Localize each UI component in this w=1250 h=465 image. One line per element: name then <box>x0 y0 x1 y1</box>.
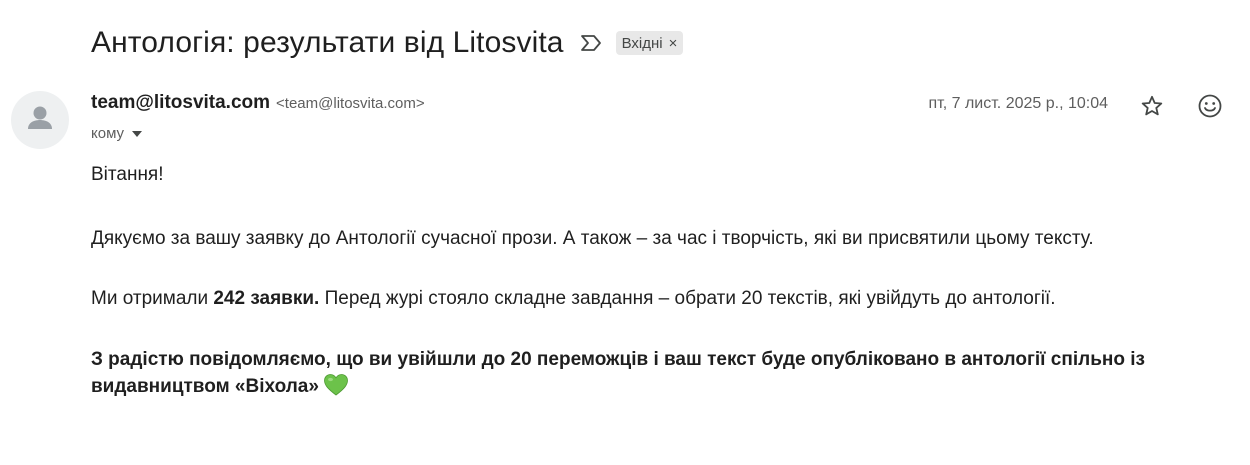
email-date: пт, 7 лист. 2025 р., 10:04 <box>928 95 1108 112</box>
chevron-down-icon[interactable] <box>132 131 143 137</box>
received-prefix: Ми отримали <box>91 288 214 309</box>
result-paragraph: З радістю повідомляємо, що ви увійшли до… <box>91 346 1221 405</box>
to-label: кому <box>91 125 125 142</box>
important-marker-icon[interactable] <box>580 32 604 54</box>
greeting-paragraph: Вітання! <box>91 164 164 185</box>
sender-email: <team@litosvita.com> <box>276 95 425 112</box>
inbox-label-chip[interactable]: Вхідні × <box>615 31 684 55</box>
sender-row: team@litosvita.com <team@litosvita.com> <box>91 92 425 114</box>
thanks-paragraph: Дякуємо за вашу заявку до Антології суча… <box>91 228 1094 249</box>
received-count: 242 заявки. <box>213 288 320 309</box>
star-button[interactable] <box>1138 92 1166 120</box>
add-reaction-icon <box>1198 94 1222 118</box>
recipient-toggle[interactable]: кому <box>91 125 143 142</box>
green-heart-emoji <box>323 373 349 405</box>
inbox-label-text: Вхідні <box>621 34 663 52</box>
sender-name[interactable]: team@litosvita.com <box>91 92 270 114</box>
subject-row: Антологія: результати від Litosvita Вхід… <box>91 22 684 64</box>
star-icon <box>1141 95 1163 116</box>
result-text: З радістю повідомляємо, що ви увійшли до… <box>91 349 1145 397</box>
email-subject: Антологія: результати від Litosvita <box>91 26 564 59</box>
received-suffix: Перед журі стояло складне завдання – обр… <box>319 288 1056 309</box>
remove-label-button[interactable]: × <box>669 35 678 52</box>
add-reaction-button[interactable] <box>1196 92 1224 120</box>
received-paragraph: Ми отримали 242 заявки. Перед журі стоял… <box>91 285 1231 312</box>
default-avatar-icon <box>28 106 52 129</box>
sender-avatar <box>11 91 69 149</box>
